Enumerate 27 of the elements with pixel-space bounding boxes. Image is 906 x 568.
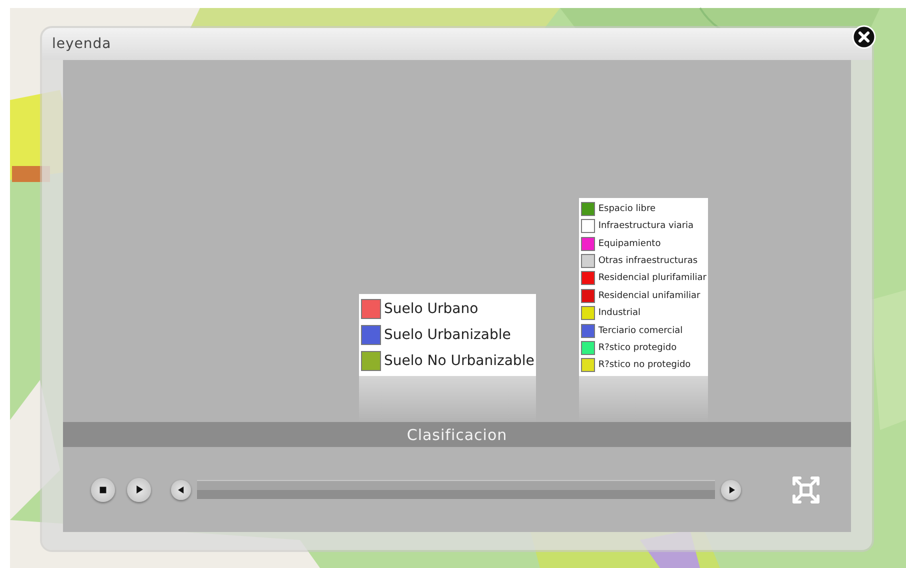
stop-button[interactable] [91,478,115,502]
left-triangle-icon [178,486,184,494]
legend-label: Terciario comercial [598,326,683,336]
legend-label: Industrial [598,308,641,318]
legend-label: Suelo No Urbanizable [384,353,534,369]
legend-label: Otras infraestructuras [598,256,698,266]
legend-label: R?stico no protegido [598,360,691,370]
slider-track[interactable] [197,480,715,499]
play-button[interactable] [127,478,151,502]
legend-label: Suelo Urbano [384,301,478,317]
legend-label: Suelo Urbanizable [384,327,511,343]
close-icon [852,25,876,49]
right-triangle-icon [728,486,734,494]
play-icon [135,485,143,494]
legend-label: Residencial plurifamiliar [598,273,706,284]
previous-button[interactable] [171,480,191,500]
fullscreen-icon [791,474,821,504]
legend-label: Equipamiento [598,238,661,249]
legend-label: R?stico protegido [598,342,677,353]
legend-label: Infraestructura viaria [598,221,694,232]
legend-label: Residencial unifamiliar [598,290,700,301]
window-title: leyenda [52,36,112,52]
close-button[interactable] [852,25,876,49]
legend-label: Espacio libre [598,204,656,214]
stop-icon [99,486,107,494]
next-button[interactable] [721,480,741,500]
legend-caption: Clasificacion [406,426,508,444]
